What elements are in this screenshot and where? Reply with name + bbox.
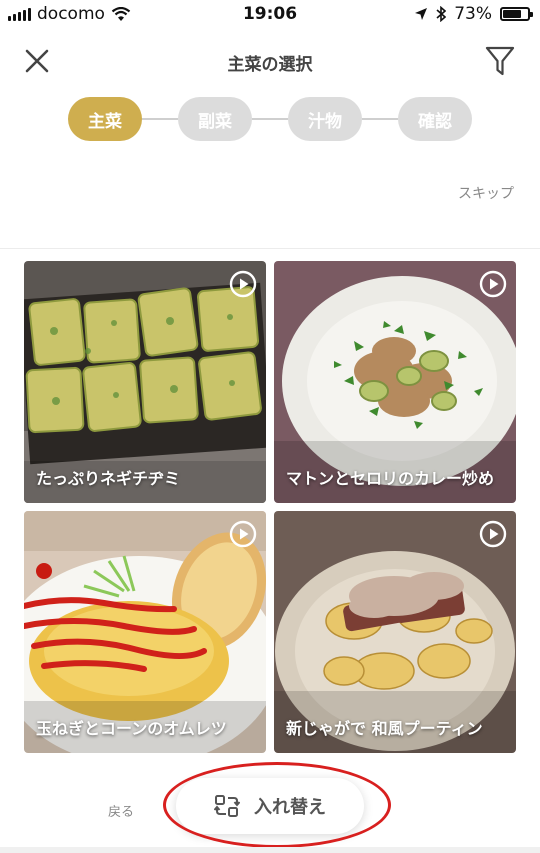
recipe-name: マトンとセロリのカレー炒め [286,469,495,488]
bottom-bar [0,847,540,853]
back-link[interactable]: 戻る [108,801,134,820]
step-connector [362,118,398,120]
step-side-dish[interactable]: 副菜 [178,97,252,141]
location-icon [415,8,428,20]
bottom-actions: 戻る 入れ替え [0,758,540,853]
step-connector [252,118,288,120]
play-icon[interactable] [479,270,507,298]
filter-icon[interactable] [484,44,516,78]
divider [0,248,540,249]
play-icon[interactable] [479,520,507,548]
shuffle-icon [214,795,240,817]
step-main-dish[interactable]: 主菜 [68,97,142,141]
step-confirm[interactable]: 確認 [398,97,472,141]
step-label: 副菜 [198,111,232,132]
page-title: 主菜の選択 [227,55,313,75]
step-label: 主菜 [88,111,122,132]
step-label: 確認 [418,111,452,132]
step-label: 汁物 [308,111,342,132]
step-progress: 主菜 副菜 汁物 確認 [68,97,472,141]
recipe-name: たっぷりネギチヂミ [36,469,181,488]
recipe-card[interactable]: 玉ねぎとコーンのオムレツ [24,511,266,753]
recipe-name: 玉ねぎとコーンのオムレツ [36,719,227,738]
recipe-card[interactable]: たっぷりネギチヂミ [24,261,266,503]
recipe-card[interactable]: マトンとセロリのカレー炒め [274,261,516,503]
battery-percent: 73% [454,4,492,24]
recipe-card[interactable]: 新じゃがで 和風プーティン [274,511,516,753]
skip-link[interactable]: スキップ [458,183,514,203]
shuffle-label: 入れ替え [254,797,326,818]
header: 主菜の選択 [0,36,540,86]
battery-icon [500,7,533,21]
play-icon[interactable] [229,520,257,548]
shuffle-button[interactable]: 入れ替え [176,778,364,834]
step-connector [142,118,178,120]
step-soup[interactable]: 汁物 [288,97,362,141]
recipe-name: 新じゃがで 和風プーティン [286,719,483,738]
status-bar: docomo 19:06 73% [0,0,540,30]
bluetooth-icon [436,6,447,22]
play-icon[interactable] [229,270,257,298]
